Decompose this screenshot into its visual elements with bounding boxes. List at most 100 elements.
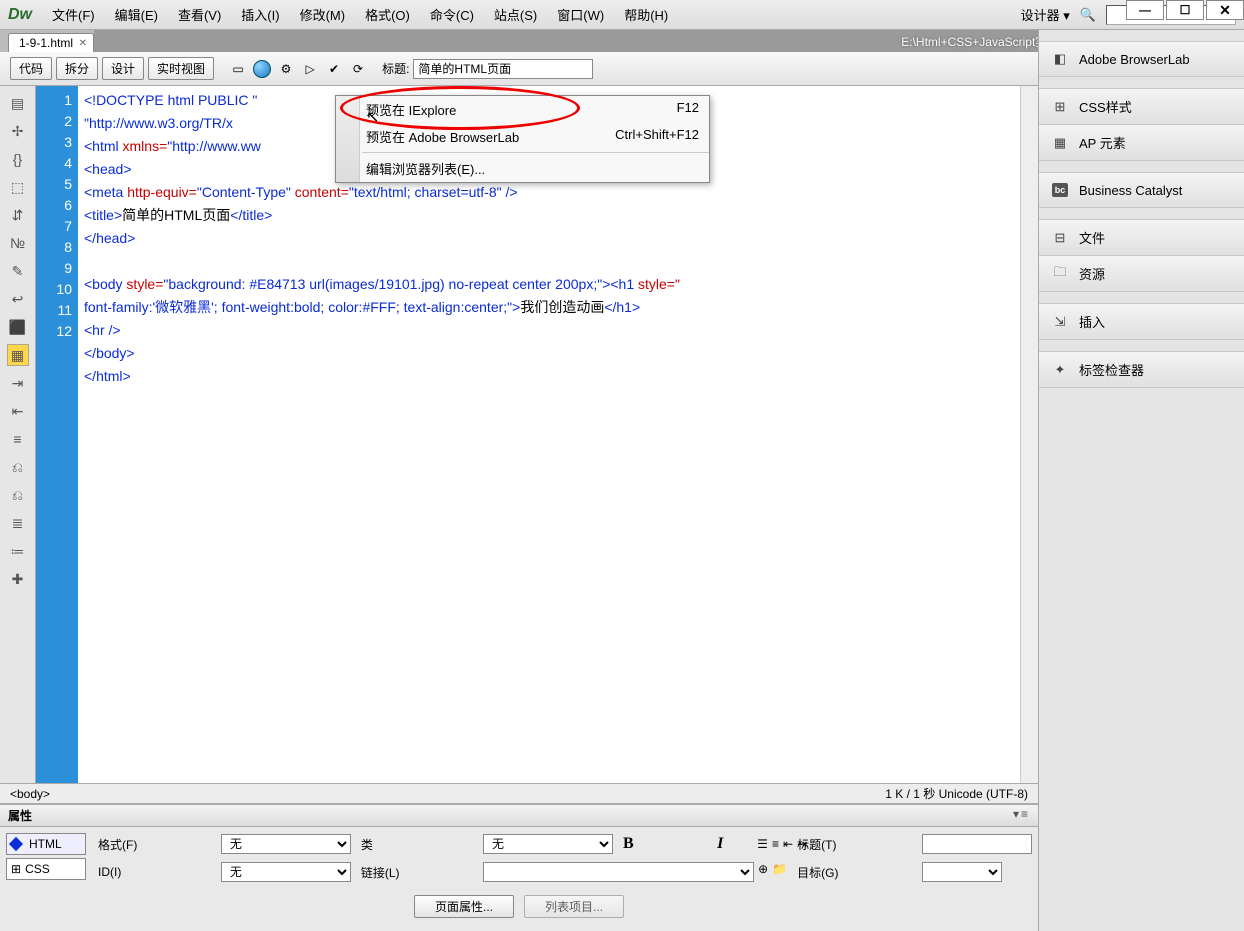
format-select[interactable]: 无 bbox=[221, 834, 351, 854]
format-src-icon[interactable]: ≡ bbox=[7, 428, 29, 450]
view-split-button[interactable]: 拆分 bbox=[56, 57, 98, 80]
ap-elements-icon: ▦ bbox=[1051, 134, 1069, 152]
refresh-icon[interactable]: ⟳ bbox=[348, 59, 368, 79]
panel-business-catalyst[interactable]: bcBusiness Catalyst bbox=[1039, 173, 1244, 208]
props-html-tab[interactable]: HTML bbox=[6, 833, 86, 855]
edit-browser-list-item[interactable]: 编辑浏览器列表(E)... bbox=[336, 155, 709, 182]
files-icon: ⊟ bbox=[1051, 229, 1069, 247]
line-numbers-icon[interactable]: № bbox=[7, 232, 29, 254]
title-attr-input[interactable] bbox=[922, 834, 1032, 854]
snippets-icon[interactable]: ✚ bbox=[7, 568, 29, 590]
globe-icon bbox=[253, 60, 271, 78]
diamond-icon bbox=[9, 837, 23, 851]
edit-browser-list-label: 编辑浏览器列表(E)... bbox=[366, 159, 485, 178]
panel-insert[interactable]: ⇲插入 bbox=[1039, 304, 1244, 340]
view-code-button[interactable]: 代码 bbox=[10, 57, 52, 80]
italic-button[interactable]: I bbox=[717, 835, 747, 853]
view-live-button[interactable]: 实时视图 bbox=[148, 57, 214, 80]
bold-button[interactable]: B bbox=[623, 835, 707, 853]
status-info: 1 K / 1 秒 Unicode (UTF-8) bbox=[885, 785, 1028, 802]
recent-snippets-icon[interactable]: ≣ bbox=[7, 512, 29, 534]
preview-menu: 预览在 IExplore F12 预览在 Adobe BrowserLab Ct… bbox=[335, 95, 710, 183]
properties-title: 属性 bbox=[8, 807, 32, 824]
close-button[interactable]: ✕ bbox=[1206, 0, 1244, 20]
open-docs-icon[interactable]: ▤ bbox=[7, 92, 29, 114]
collapse-icon[interactable]: ✢ bbox=[7, 120, 29, 142]
panel-files[interactable]: ⊟文件 bbox=[1039, 220, 1244, 256]
properties-panel: 属性 ▾≡ HTML ⊞CSS 格式(F) 无 类 无 B I ☰≡⇤⇥ 标题(… bbox=[0, 803, 1038, 931]
link-select[interactable] bbox=[483, 862, 754, 882]
assets-icon: 🗀 bbox=[1051, 265, 1069, 283]
preview-browserlab-item[interactable]: 预览在 Adobe BrowserLab Ctrl+Shift+F12 bbox=[336, 123, 709, 150]
status-bar: <body> 1 K / 1 秒 Unicode (UTF-8) bbox=[0, 783, 1038, 803]
file-mgmt-icon[interactable]: ⚙ bbox=[276, 59, 296, 79]
menu-help[interactable]: 帮助(H) bbox=[614, 5, 678, 24]
view-design-button[interactable]: 设计 bbox=[102, 57, 144, 80]
tag-inspector-icon: ✦ bbox=[1051, 361, 1069, 379]
menu-view[interactable]: 查看(V) bbox=[168, 5, 231, 24]
hidden-chars-icon[interactable]: ▦ bbox=[7, 344, 29, 366]
list-item-button[interactable]: 列表项目... bbox=[524, 895, 624, 918]
line-gutter: 1 2 3 4 5 6 7 8 9 10 11 12 bbox=[36, 86, 78, 783]
workspace-switcher[interactable]: 设计器 ▾ bbox=[1021, 5, 1070, 24]
menu-format[interactable]: 格式(O) bbox=[355, 5, 420, 24]
indent-icon[interactable]: ⇥ bbox=[7, 372, 29, 394]
menubar: Dw 文件(F) 编辑(E) 查看(V) 插入(I) 修改(M) 格式(O) 命… bbox=[0, 0, 1244, 30]
code-toolbar-vertical: ▤ ✢ {} ⬚ ⇵ № ✎ ↩ ⬛ ▦ ⇥ ⇤ ≡ ⎌ ⎌ ≣ ≔ ✚ bbox=[0, 86, 36, 783]
vertical-scrollbar[interactable] bbox=[1020, 86, 1038, 783]
menu-insert[interactable]: 插入(I) bbox=[231, 5, 289, 24]
tab-close-icon[interactable]: ✕ bbox=[79, 38, 87, 49]
insert-icon: ⇲ bbox=[1051, 313, 1069, 331]
props-css-tab[interactable]: ⊞CSS bbox=[6, 858, 86, 880]
menu-file[interactable]: 文件(F) bbox=[42, 5, 105, 24]
nav-icon[interactable]: ▷ bbox=[300, 59, 320, 79]
target-select[interactable] bbox=[922, 862, 1002, 882]
title-input[interactable] bbox=[413, 59, 593, 79]
point-to-file-icon[interactable]: ⊕ bbox=[758, 862, 768, 882]
apply-comment-icon[interactable]: ⎌ bbox=[7, 456, 29, 478]
expand-icon[interactable]: {} bbox=[7, 148, 29, 170]
remove-comment-icon[interactable]: ⎌ bbox=[7, 484, 29, 506]
panel-ap-elements[interactable]: ▦AP 元素 bbox=[1039, 125, 1244, 161]
browse-folder-icon[interactable]: 📁 bbox=[772, 862, 787, 882]
minimize-button[interactable]: — bbox=[1126, 0, 1164, 20]
outdent-btn[interactable]: ⇤ bbox=[783, 837, 793, 851]
search-icon: 🔍 bbox=[1080, 7, 1096, 23]
preview-browser-button[interactable] bbox=[252, 59, 272, 79]
maximize-button[interactable]: ☐ bbox=[1166, 0, 1204, 20]
check-icon[interactable]: ✔ bbox=[324, 59, 344, 79]
class-select[interactable]: 无 bbox=[483, 834, 613, 854]
code-editor[interactable]: <!DOCTYPE html PUBLIC " "http://www.w3.o… bbox=[78, 86, 1020, 783]
menu-commands[interactable]: 命令(C) bbox=[420, 5, 484, 24]
tag-selector[interactable]: <body> bbox=[10, 787, 50, 801]
syntax-icon[interactable]: ⬛ bbox=[7, 316, 29, 338]
word-wrap-icon[interactable]: ↩ bbox=[7, 288, 29, 310]
bc-icon: bc bbox=[1051, 181, 1069, 199]
panel-menu-icon[interactable]: ▾≡ bbox=[1013, 807, 1030, 824]
panel-assets[interactable]: 🗀资源 bbox=[1039, 256, 1244, 292]
move-css-icon[interactable]: ≔ bbox=[7, 540, 29, 562]
menu-window[interactable]: 窗口(W) bbox=[547, 5, 614, 24]
panel-css-styles[interactable]: ⊞CSS样式 bbox=[1039, 89, 1244, 125]
menu-site[interactable]: 站点(S) bbox=[484, 5, 547, 24]
panel-tag-inspector[interactable]: ✦标签检查器 bbox=[1039, 352, 1244, 388]
id-select[interactable]: 无 bbox=[221, 862, 351, 882]
code-editor-area: ▤ ✢ {} ⬚ ⇵ № ✎ ↩ ⬛ ▦ ⇥ ⇤ ≡ ⎌ ⎌ ≣ ≔ ✚ 1 2… bbox=[0, 86, 1038, 783]
outdent-icon[interactable]: ⇤ bbox=[7, 400, 29, 422]
css-icon: ⊞ bbox=[11, 862, 21, 876]
preview-iexplore-item[interactable]: 预览在 IExplore F12 bbox=[336, 96, 709, 123]
panel-browserlab[interactable]: ◧Adobe BrowserLab bbox=[1039, 42, 1244, 77]
multiscreen-icon[interactable]: ▭ bbox=[228, 59, 248, 79]
balance-braces-icon[interactable]: ⇵ bbox=[7, 204, 29, 226]
preview-browserlab-shortcut: Ctrl+Shift+F12 bbox=[615, 127, 699, 146]
document-tab[interactable]: 1-9-1.html ✕ bbox=[8, 33, 94, 52]
select-parent-icon[interactable]: ⬚ bbox=[7, 176, 29, 198]
ul-icon[interactable]: ☰ bbox=[757, 837, 768, 851]
browserlab-icon: ◧ bbox=[1051, 50, 1069, 68]
preview-iexplore-label: 预览在 IExplore bbox=[366, 100, 456, 119]
page-properties-button[interactable]: 页面属性... bbox=[414, 895, 514, 918]
ol-icon[interactable]: ≡ bbox=[772, 837, 779, 851]
highlight-icon[interactable]: ✎ bbox=[7, 260, 29, 282]
menu-modify[interactable]: 修改(M) bbox=[290, 5, 356, 24]
menu-edit[interactable]: 编辑(E) bbox=[105, 5, 168, 24]
